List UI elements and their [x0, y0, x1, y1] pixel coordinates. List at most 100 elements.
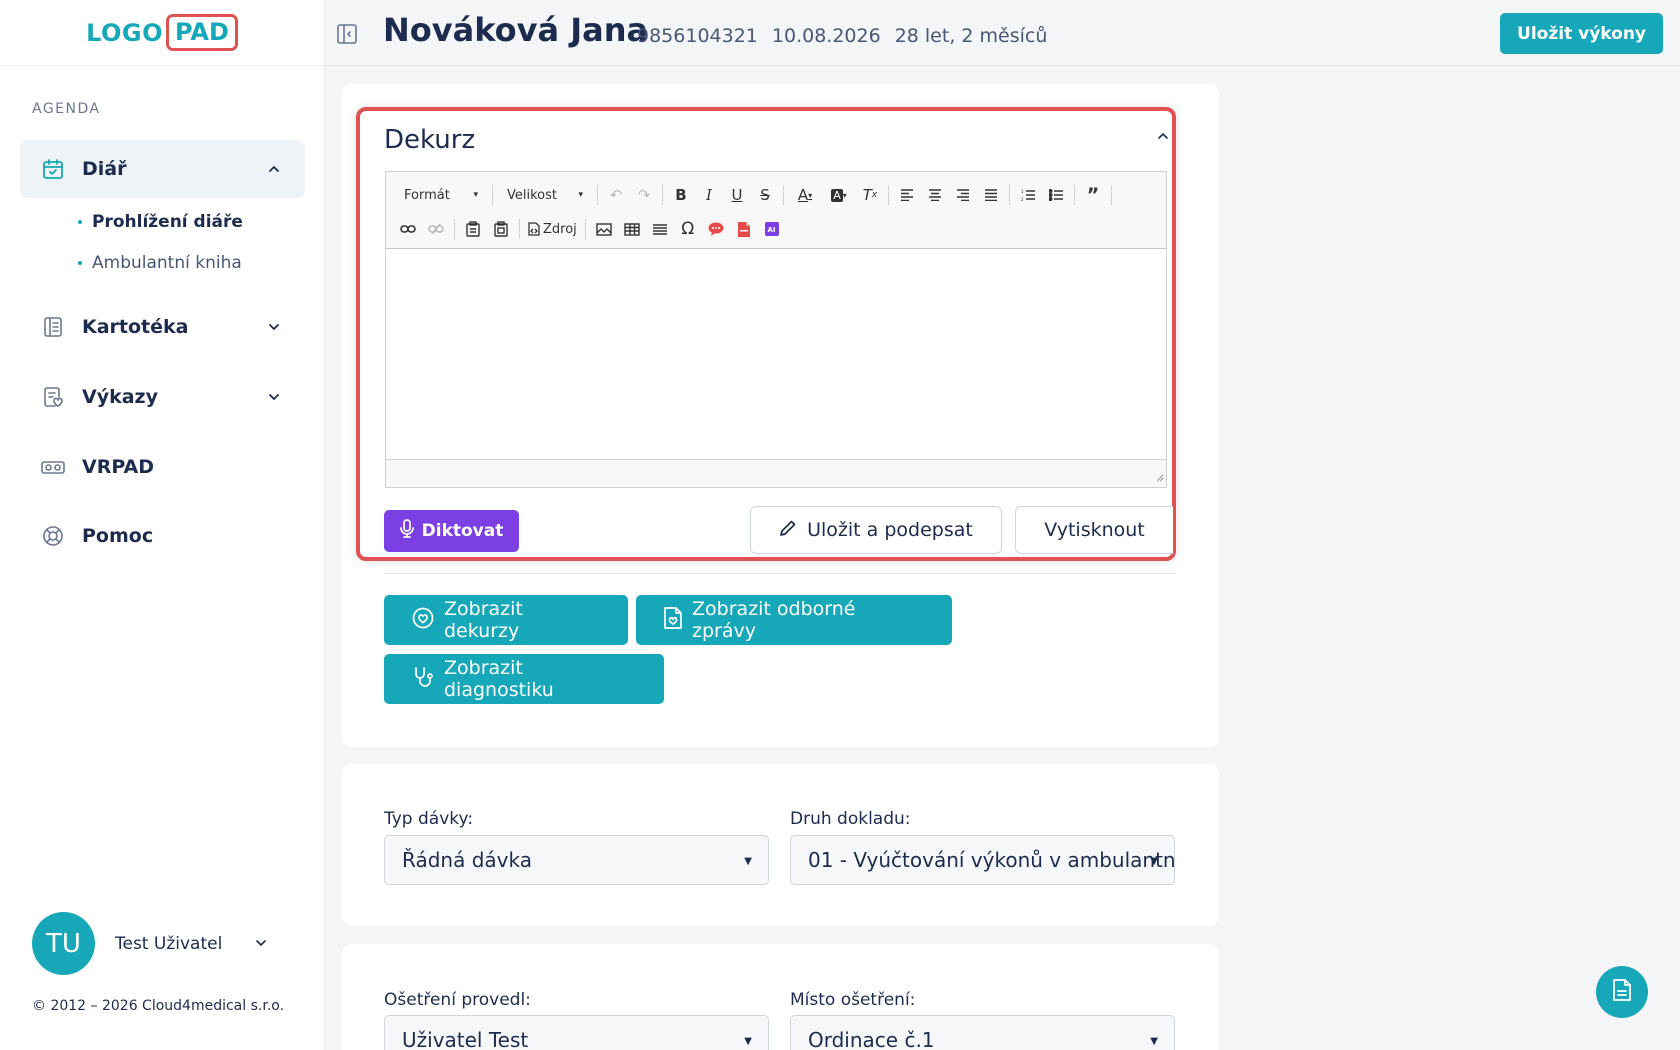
redo-icon[interactable]: ↷: [630, 182, 658, 208]
pdf-icon[interactable]: [730, 216, 758, 242]
heart-shield-icon: [412, 607, 434, 634]
patient-date: 10.08.2026: [771, 25, 881, 47]
sidebar-item-label: VRPAD: [82, 456, 154, 478]
calendar-check-icon: [40, 156, 66, 182]
strikethrough-icon[interactable]: S: [751, 182, 779, 208]
editor-title: Dekurz: [384, 125, 476, 155]
chevron-up-icon[interactable]: [1156, 128, 1170, 142]
sidebar-item-vrpad[interactable]: VRPAD: [20, 438, 305, 496]
image-icon[interactable]: [590, 216, 618, 242]
toolbar-separator: [1074, 185, 1075, 205]
svg-text:1: 1: [1021, 189, 1024, 194]
logo[interactable]: LOGO PAD: [0, 0, 324, 66]
section-label-agenda: AGENDA: [32, 101, 101, 117]
format-select-label: Formát: [404, 187, 450, 203]
header: Nováková Jana 9856104321 10.08.2026 28 l…: [325, 0, 1680, 66]
ai-icon[interactable]: AI: [758, 216, 786, 242]
sidebar-collapse-icon[interactable]: [335, 22, 359, 46]
bold-icon[interactable]: B: [667, 182, 695, 208]
show-reports-label: Zobrazit odborné zprávy: [692, 598, 856, 642]
chevron-up-icon: [265, 160, 283, 178]
location-label: Místo ošetření:: [790, 990, 916, 1010]
special-char-icon[interactable]: Ω: [674, 216, 702, 242]
performed-by-label: Ošetření provedl:: [384, 990, 531, 1010]
show-diagnostics-label: Zobrazit diagnostiku: [444, 657, 554, 701]
location-select[interactable]: Ordinace č.1 ▼: [790, 1015, 1175, 1050]
horizontal-rule-icon[interactable]: [646, 216, 674, 242]
batch-type-value: Řádná dávka: [402, 848, 532, 872]
logo-text-logo: LOGO: [86, 18, 164, 47]
bullet-list-icon[interactable]: [1042, 182, 1070, 208]
print-button[interactable]: Vytisknout: [1015, 506, 1173, 554]
toolbar-separator: [492, 185, 493, 205]
caret-down-icon: ▼: [744, 1036, 752, 1047]
paste-icon[interactable]: [459, 216, 487, 242]
numbered-list-icon[interactable]: 12: [1014, 182, 1042, 208]
editor-statusbar: [385, 460, 1167, 488]
align-left-icon[interactable]: [893, 182, 921, 208]
show-diagnostics-button[interactable]: Zobrazit diagnostiku: [384, 654, 664, 704]
toolbar-separator: [584, 219, 586, 239]
italic-icon[interactable]: I: [695, 182, 723, 208]
editor-toolbar: Formát ▾ Velikost ▾ ↶ ↷ B I U S A ▾ A ▾ Tx…: [385, 171, 1167, 249]
source-icon: [528, 222, 540, 236]
sidebar-subitem-label: Prohlížení diáře: [92, 212, 243, 232]
sidebar-item-pomoc[interactable]: Pomoc: [20, 507, 305, 565]
sidebar-subitem-prohlizeni-diare[interactable]: Prohlížení diáře: [78, 212, 243, 232]
background-color-icon[interactable]: A ▾: [822, 182, 856, 208]
microphone-icon: [399, 519, 414, 543]
show-reports-button[interactable]: Zobrazit odborné zprávy: [636, 595, 952, 645]
toolbar-separator: [888, 185, 889, 205]
show-dekurzy-label: Zobrazit dekurzy: [444, 598, 523, 642]
sidebar-item-kartoteka[interactable]: Kartotéka: [20, 298, 305, 356]
text-color-icon[interactable]: A ▾: [788, 182, 822, 208]
size-select-label: Velikost: [507, 187, 557, 203]
book-icon: [40, 314, 66, 340]
logo-text-pad: PAD: [166, 14, 238, 51]
size-select[interactable]: Velikost ▾: [497, 182, 593, 208]
dekurz-text-area[interactable]: [385, 249, 1167, 460]
pencil-icon: [779, 519, 797, 542]
sidebar-item-vykazy[interactable]: Výkazy: [20, 368, 305, 426]
document-type-select[interactable]: 01 - Vyúčtování výkonů v ambulantní p ▼: [790, 835, 1175, 885]
align-center-icon[interactable]: [921, 182, 949, 208]
save-and-sign-label: Uložit a podepsat: [807, 519, 973, 541]
sidebar-subitem-label: Ambulantní kniha: [92, 253, 242, 273]
dictate-button[interactable]: Diktovat: [384, 510, 519, 552]
align-justify-icon[interactable]: [977, 182, 1005, 208]
source-button[interactable]: Zdroj: [524, 222, 581, 237]
toolbar-row-2: Zdroj Ω AI: [394, 213, 786, 245]
link-icon[interactable]: [394, 216, 422, 242]
svg-text:AI: AI: [767, 226, 775, 234]
chevron-down-icon: [265, 388, 283, 406]
save-procedures-button[interactable]: Uložit výkony: [1500, 13, 1663, 54]
caret-down-icon: ▾: [473, 190, 478, 200]
unlink-icon[interactable]: [422, 216, 450, 242]
sidebar-subitem-ambulantni-kniha[interactable]: Ambulantní kniha: [78, 253, 242, 273]
report-icon: [40, 384, 66, 410]
caret-down-icon: ▼: [1150, 856, 1158, 867]
remove-format-icon[interactable]: Tx: [856, 182, 884, 208]
toolbar-separator: [519, 219, 520, 239]
batch-type-select[interactable]: Řádná dávka ▼: [384, 835, 769, 885]
performed-by-select[interactable]: Uživatel Test ▼: [384, 1015, 769, 1050]
show-dekurzy-button[interactable]: Zobrazit dekurzy: [384, 595, 628, 645]
align-right-icon[interactable]: [949, 182, 977, 208]
sidebar-item-diar[interactable]: Diář: [20, 140, 305, 198]
batch-type-label: Typ dávky:: [384, 809, 474, 829]
table-icon[interactable]: [618, 216, 646, 242]
underline-icon[interactable]: U: [723, 182, 751, 208]
user-name: Test Uživatel: [115, 933, 223, 954]
copyright-text: © 2012 – 2026 Cloud4medical s.r.o.: [32, 998, 285, 1014]
caret-down-icon: ▾: [578, 190, 583, 200]
blockquote-icon[interactable]: ”: [1079, 182, 1107, 208]
paste-text-icon[interactable]: [487, 216, 515, 242]
comment-icon[interactable]: [702, 216, 730, 242]
user-menu[interactable]: TU Test Uživatel: [32, 912, 292, 975]
document-fab-button[interactable]: [1596, 966, 1648, 1018]
format-select[interactable]: Formát ▾: [394, 182, 488, 208]
resize-handle-icon[interactable]: [1156, 467, 1164, 486]
save-and-sign-button[interactable]: Uložit a podepsat: [750, 506, 1002, 554]
undo-icon[interactable]: ↶: [602, 182, 630, 208]
location-value: Ordinace č.1: [808, 1028, 935, 1050]
